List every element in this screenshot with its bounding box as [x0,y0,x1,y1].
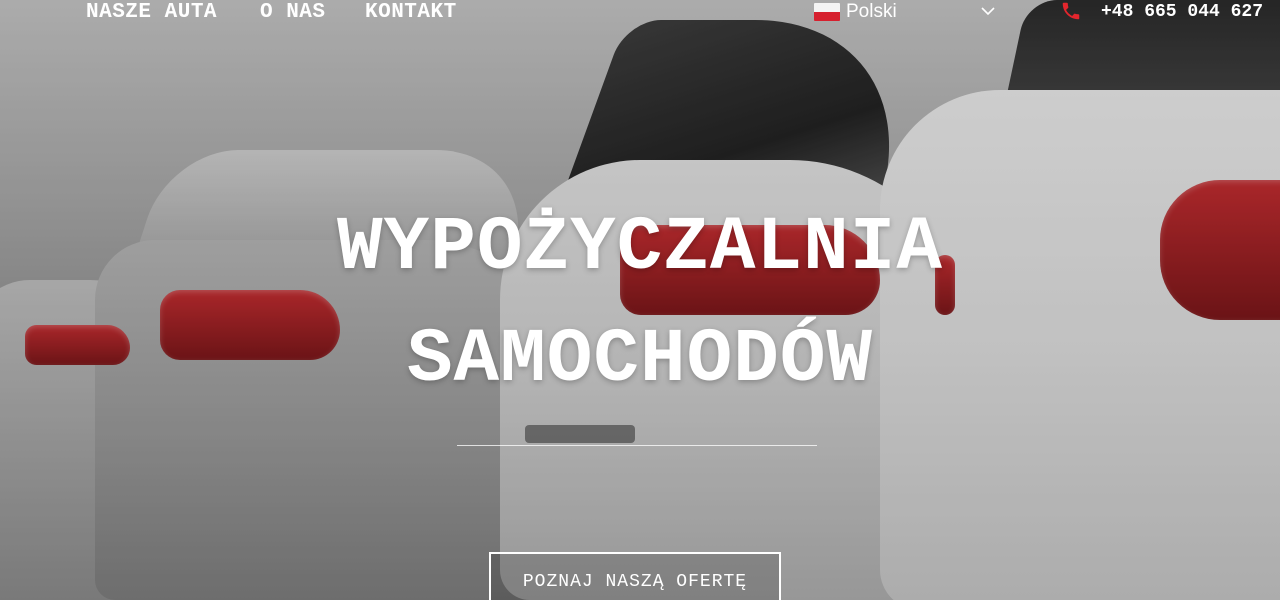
nav-link-contact[interactable]: KONTAKT [365,0,457,26]
poland-flag-icon [814,3,840,21]
phone-icon [1062,2,1080,20]
nav-link-about-us[interactable]: O NAS [260,0,326,26]
chevron-down-icon [981,7,995,16]
hero-divider [457,445,817,446]
top-navigation: NASZE AUTA O NAS KONTAKT Polski +48 665 … [0,0,1280,28]
hero-title: WYPOŻYCZALNIA SAMOCHODÓW [0,192,1280,416]
language-label: Polski [846,1,897,22]
phone-number-link[interactable]: +48 665 044 627 [1101,0,1263,24]
see-offer-button[interactable]: POZNAJ NASZĄ OFERTĘ [489,552,781,600]
hero-title-line-2: SAMOCHODÓW [406,317,874,403]
language-selector[interactable]: Polski [814,0,999,26]
hero-section: NASZE AUTA O NAS KONTAKT Polski +48 665 … [0,0,1280,600]
nav-link-our-cars[interactable]: NASZE AUTA [86,0,217,26]
hero-title-line-1: WYPOŻYCZALNIA [337,205,943,291]
